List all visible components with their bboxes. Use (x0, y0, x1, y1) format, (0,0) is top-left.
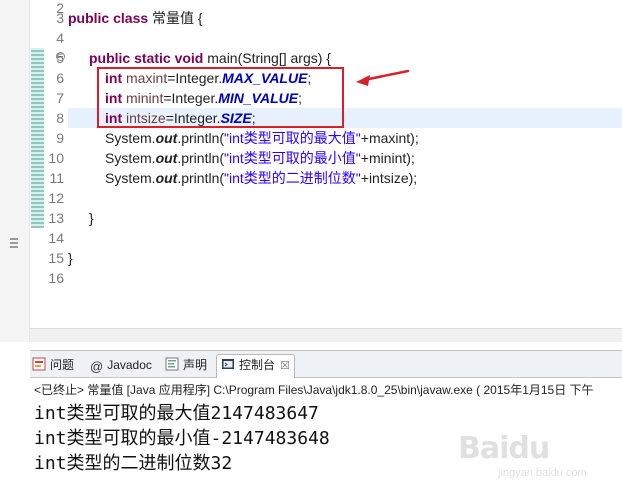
line-number: 4 (56, 30, 64, 46)
line-number: 6 (56, 70, 64, 86)
class-name: 常量值 { (148, 10, 203, 26)
code-text: .println( (177, 150, 225, 166)
close-icon[interactable]: ☒ (280, 360, 290, 372)
string-literal: "int类型的二进制位数" (224, 170, 361, 186)
quick-diff-bar (31, 48, 44, 228)
tab-console[interactable]: 控制台 ☒ (216, 354, 295, 378)
string-literal: "int类型可取的最大值" (224, 130, 361, 146)
code-line-11[interactable]: System.out.println("int类型的二进制位数"+intsize… (68, 168, 622, 188)
code-text: System. (105, 130, 156, 146)
static-field: out (155, 130, 178, 146)
tab-declaration[interactable]: 声明 (165, 355, 207, 376)
baidu-watermark: Baidu jingyan.baidu.com (458, 431, 608, 481)
fold-toggle-icon[interactable]: − (56, 52, 65, 61)
console-view: 问题 @ Javadoc 声明 控制台 ☒ <已终止> 常量值 [Java 应用程序… (30, 350, 622, 493)
left-trim (0, 0, 30, 342)
line-number: 12 (48, 190, 64, 206)
editor-horizontal-scrollbar[interactable] (30, 328, 622, 342)
line-number: 14 (48, 230, 64, 246)
line-number: 13 (48, 210, 64, 226)
console-output-line: int类型可取的最大值2147483647 (34, 403, 319, 424)
line-number: 7 (56, 90, 64, 106)
code-text: System. (105, 150, 156, 166)
code-line-15[interactable]: } (68, 248, 622, 268)
sash-grip-icon[interactable] (10, 238, 18, 250)
code-line-10[interactable]: System.out.println("int类型可取的最小值"+minint)… (68, 148, 622, 168)
line-number: 16 (48, 270, 64, 286)
tab-problems[interactable]: 问题 (32, 355, 74, 376)
code-line-3[interactable]: public class 常量值 { (68, 8, 622, 28)
static-field: out (155, 170, 178, 186)
console-icon (221, 357, 235, 371)
code-text: System. (105, 170, 156, 186)
code-line-13[interactable]: } (68, 208, 622, 228)
annotation-highlight-box (97, 67, 344, 128)
method-signature: main(String[] args) { (203, 50, 331, 66)
tab-label: 控制台 (239, 358, 276, 372)
line-number: 9 (56, 130, 64, 146)
code-editor[interactable]: 2 3 4 5 6 7 8 9 10 11 12 13 14 15 16 − p… (0, 0, 622, 342)
console-process-description: <已终止> 常量值 [Java 应用程序] C:\Program Files\J… (34, 383, 594, 397)
code-text: .println( (177, 170, 225, 186)
code-line-9[interactable]: System.out.println("int类型可取的最大值"+maxint)… (68, 128, 622, 148)
watermark-brand: Baidu (458, 431, 550, 466)
closing-brace: } (89, 210, 94, 226)
line-number: 15 (48, 250, 64, 266)
string-literal: "int类型可取的最小值" (224, 150, 361, 166)
tab-label: Javadoc (107, 358, 152, 372)
problems-icon (32, 357, 46, 371)
code-line-5[interactable]: public static void main(String[] args) { (68, 48, 622, 68)
code-text: +minint); (360, 150, 415, 166)
tab-label: 声明 (183, 358, 208, 372)
declaration-icon (165, 357, 179, 371)
line-number: 8 (56, 110, 64, 126)
keyword: public static void (89, 50, 204, 66)
keyword: public class (68, 10, 149, 26)
at-icon: @ (90, 359, 104, 374)
tab-javadoc[interactable]: @ Javadoc (90, 355, 152, 376)
view-tab-bar: 问题 @ Javadoc 声明 控制台 ☒ (30, 351, 622, 378)
annotation-arrow-icon (356, 69, 410, 86)
static-field: out (155, 150, 178, 166)
code-text: .println( (177, 130, 225, 146)
tab-label: 问题 (50, 358, 75, 372)
line-number: 11 (49, 170, 64, 186)
line-number: 10 (48, 150, 64, 166)
line-number: 3 (56, 10, 64, 26)
watermark-url: jingyan.baidu.com (498, 467, 587, 479)
code-text: +maxint); (360, 130, 419, 146)
closing-brace: } (68, 250, 73, 266)
code-text: +intsize); (360, 170, 418, 186)
